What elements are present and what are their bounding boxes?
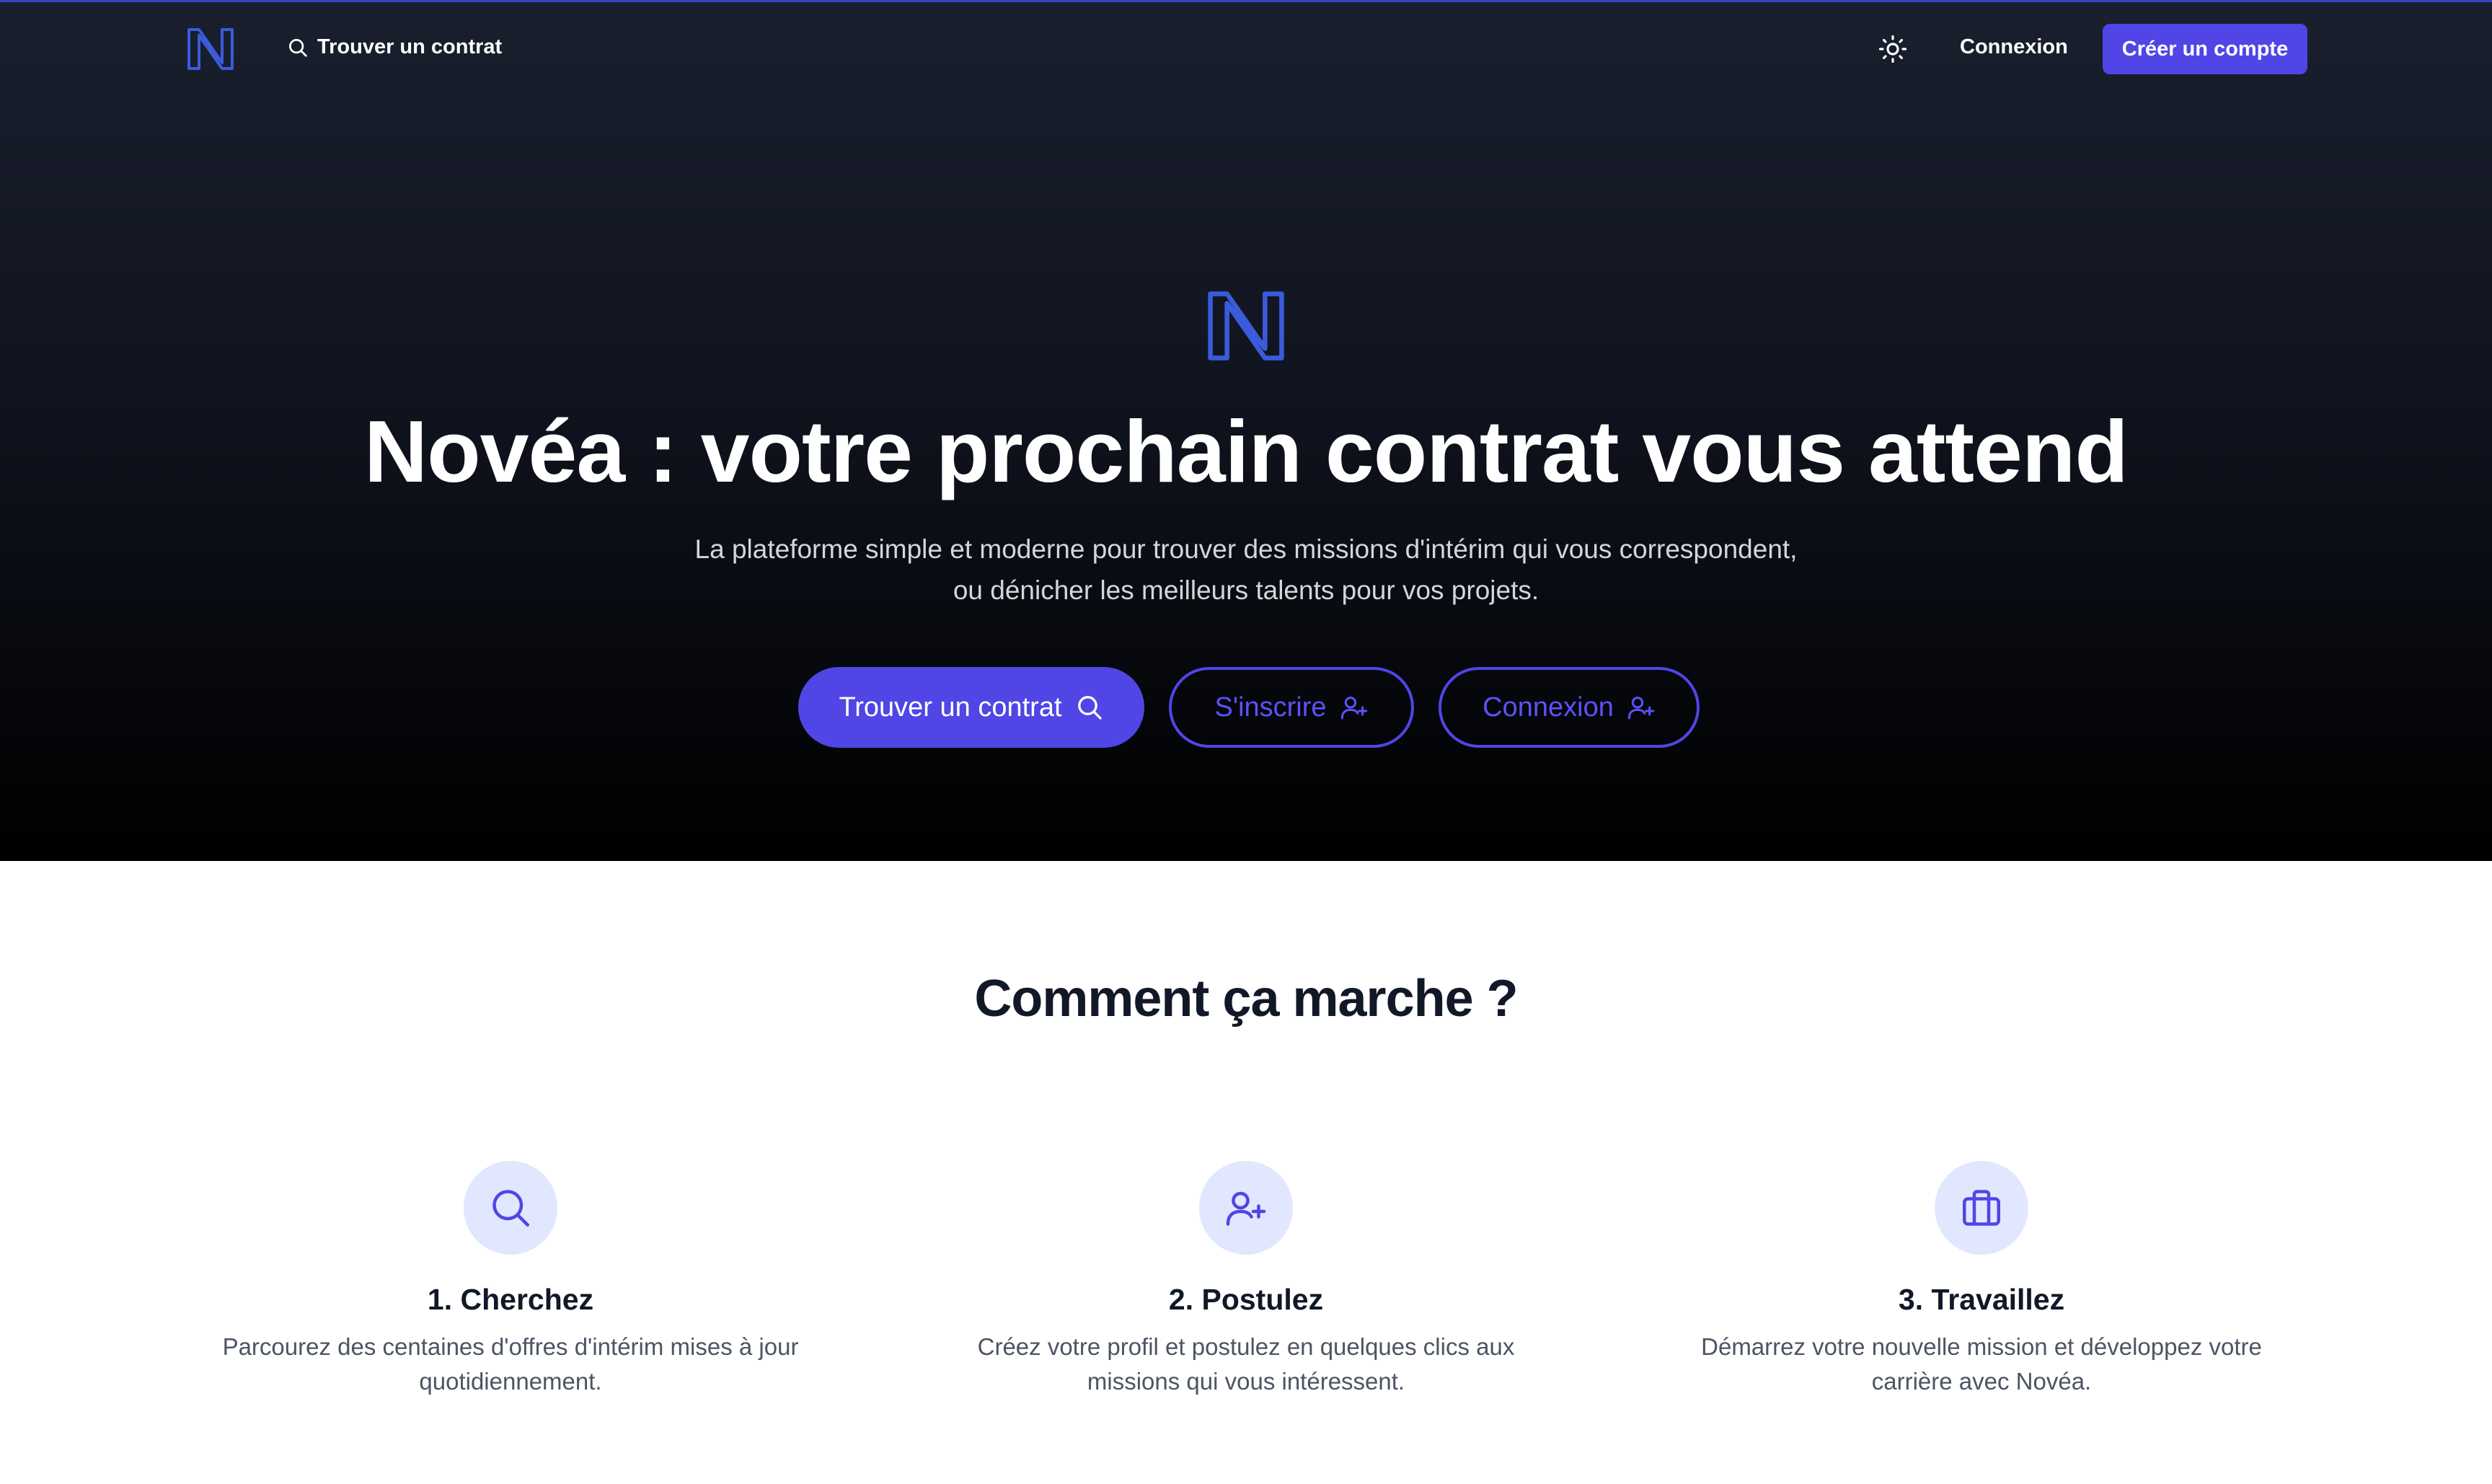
step-icon-circle	[1199, 1161, 1293, 1255]
nav-login-link[interactable]: Connexion	[1960, 35, 2068, 59]
step-icon-circle	[464, 1161, 557, 1255]
create-account-button[interactable]: Créer un compte	[2103, 24, 2307, 74]
sun-icon[interactable]	[1878, 34, 1908, 64]
nav-find-contract-label: Trouver un contrat	[317, 35, 503, 58]
search-icon	[289, 38, 307, 57]
step-description: Démarrez votre nouvelle mission et dével…	[1701, 1333, 2262, 1395]
briefcase-icon	[1963, 1190, 2000, 1226]
novea-logo-icon	[1208, 291, 1284, 361]
search-icon	[1077, 696, 1102, 720]
nav-find-contract-link[interactable]: Trouver un contrat	[287, 35, 502, 59]
hero-subtitle: La plateforme simple et moderne pour tro…	[0, 529, 2492, 611]
how-it-works-title: Comment ça marche ?	[974, 970, 1518, 1028]
user-plus-icon	[1627, 697, 1655, 720]
find-contract-label: Trouver un contrat	[839, 692, 1062, 723]
find-contract-button[interactable]: Trouver un contrat	[798, 667, 1144, 748]
login-button[interactable]: Connexion	[1439, 667, 1700, 748]
hero-subtitle-line-1: La plateforme simple et moderne pour tro…	[694, 534, 1798, 564]
login-label: Connexion	[1483, 692, 1614, 723]
step-title: 3. Travaillez	[1898, 1283, 2065, 1316]
hero-title: Novéa : votre prochain contrat vous atte…	[364, 402, 2129, 500]
step-title: 1. Cherchez	[427, 1283, 594, 1316]
step-description: Parcourez des centaines d'offres d'intér…	[222, 1333, 799, 1395]
user-plus-icon	[1226, 1191, 1266, 1226]
step-title: 2. Postulez	[1168, 1283, 1324, 1316]
top-navbar: Trouver un contrat Connexion Créer un co…	[0, 2, 2492, 96]
step-apply: 2. Postulez Créez votre profil et postul…	[922, 1161, 1570, 1399]
novea-logo-icon[interactable]	[186, 27, 235, 71]
step-search: 1. Cherchez Parcourez des centaines d'of…	[186, 1161, 835, 1399]
user-plus-icon	[1340, 697, 1367, 720]
hero-section: Trouver un contrat Connexion Créer un co…	[0, 0, 2492, 861]
register-label: S'inscrire	[1214, 692, 1327, 723]
hero-actions: Trouver un contrat S'inscrire Connexion	[0, 667, 2492, 748]
hero-subtitle-line-2: ou dénicher les meilleurs talents pour v…	[953, 575, 1539, 605]
step-icon-circle	[1935, 1161, 2028, 1255]
search-icon	[492, 1190, 529, 1227]
step-work: 3. Travaillez Démarrez votre nouvelle mi…	[1657, 1161, 2306, 1399]
register-button[interactable]: S'inscrire	[1169, 667, 1414, 748]
step-description: Créez votre profil et postulez en quelqu…	[977, 1333, 1515, 1395]
